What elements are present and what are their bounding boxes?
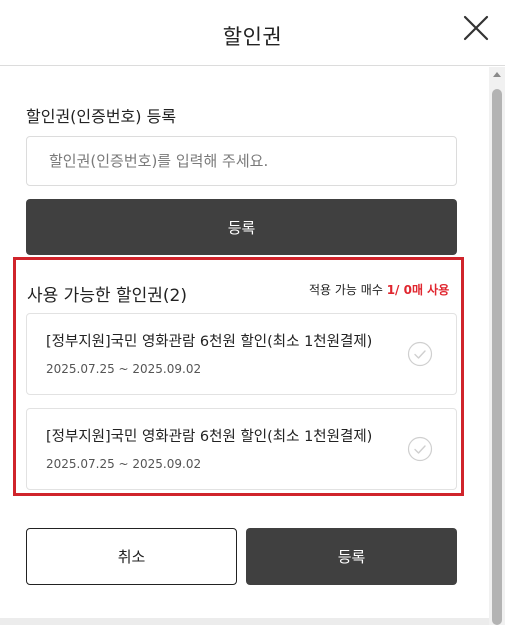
scroll-up-arrow-icon[interactable] bbox=[493, 72, 501, 77]
register-coupon-button[interactable]: 등록 bbox=[26, 199, 457, 255]
coupon-item[interactable]: [정부지원]국민 영화관람 6천원 할인(최소 1천원결제) 2025.07.2… bbox=[26, 313, 457, 395]
close-icon bbox=[463, 15, 489, 41]
coupon-code-input[interactable] bbox=[26, 136, 457, 186]
check-circle-icon[interactable] bbox=[407, 341, 433, 367]
coupon-item-title: [정부지원]국민 영화관람 6천원 할인(최소 1천원결제) bbox=[46, 429, 373, 445]
scroll-thumb[interactable] bbox=[492, 89, 502, 625]
coupon-item-title: [정부지원]국민 영화관람 6천원 할인(최소 1천원결제) bbox=[46, 334, 373, 350]
submit-button[interactable]: 등록 bbox=[246, 528, 457, 585]
close-button[interactable] bbox=[462, 14, 490, 42]
coupon-item[interactable]: [정부지원]국민 영화관람 6천원 할인(최소 1천원결제) 2025.07.2… bbox=[26, 408, 457, 490]
bottom-divider bbox=[0, 618, 489, 625]
applicable-count-value: 1/ 0매 사용 bbox=[386, 283, 450, 297]
coupon-item-date: 2025.07.25 ~ 2025.09.02 bbox=[46, 457, 202, 471]
modal-title: 할인권 bbox=[222, 25, 283, 49]
coupon-item-date: 2025.07.25 ~ 2025.09.02 bbox=[46, 362, 202, 376]
vertical-scrollbar[interactable] bbox=[489, 67, 505, 625]
applicable-count-label: 적용 가능 매수 bbox=[309, 283, 387, 297]
check-circle-icon[interactable] bbox=[407, 436, 433, 462]
modal-header: 할인권 bbox=[0, 0, 505, 66]
available-coupons-title: 사용 가능한 할인권(2) bbox=[27, 286, 188, 306]
applicable-count: 적용 가능 매수 1/ 0매 사용 bbox=[309, 281, 449, 298]
cancel-button[interactable]: 취소 bbox=[26, 528, 237, 585]
register-section-label: 할인권(인증번호) 등록 bbox=[26, 107, 177, 126]
